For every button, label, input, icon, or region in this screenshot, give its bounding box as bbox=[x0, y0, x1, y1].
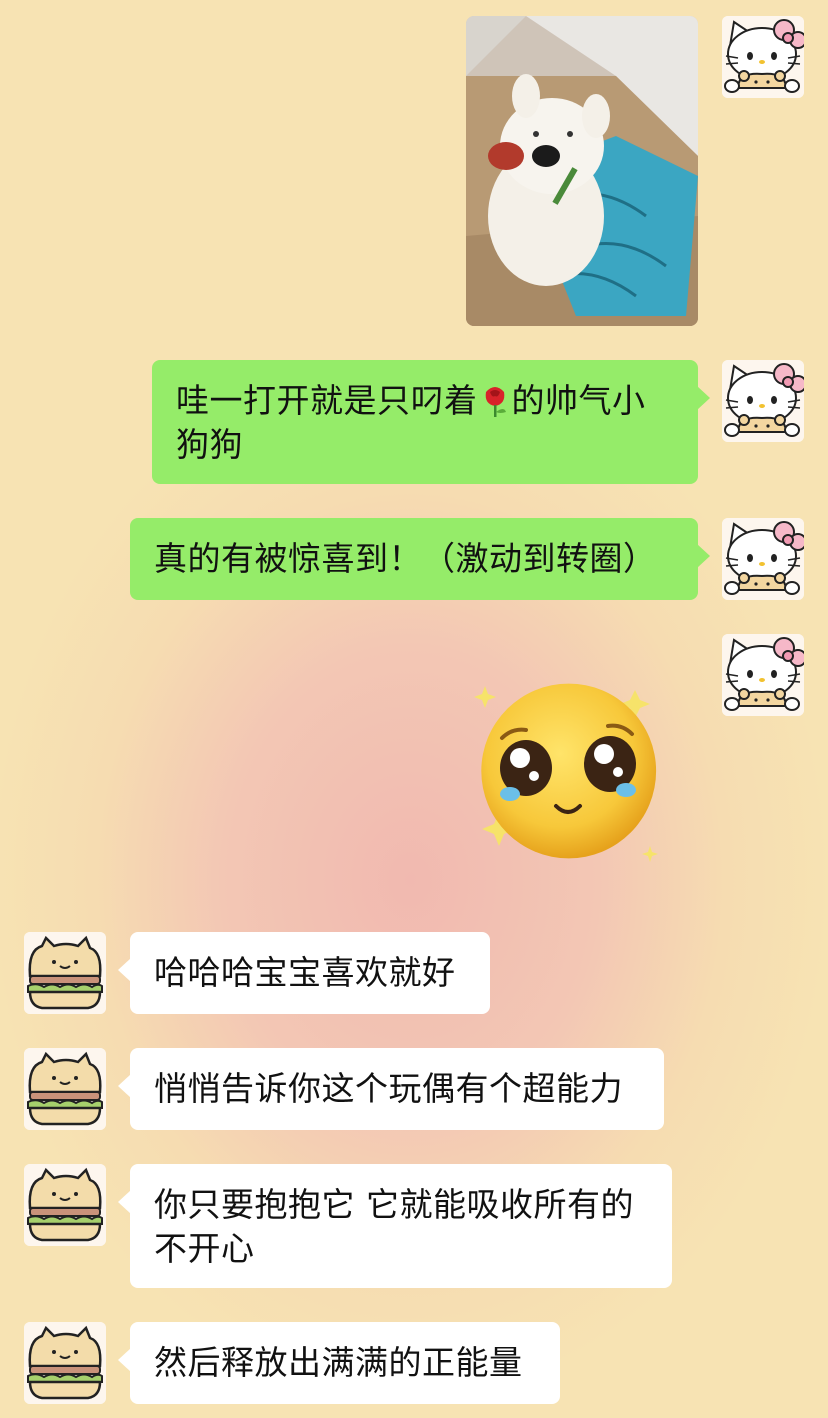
message-text: 然后释放出满满的正能量 bbox=[154, 1343, 523, 1382]
message-text: 你只要抱抱它 它就能吸收所有的不开心 bbox=[154, 1185, 634, 1268]
my-avatar[interactable] bbox=[722, 360, 804, 442]
message-text: 哈哈哈宝宝喜欢就好 bbox=[154, 953, 456, 992]
message-bubble-sent[interactable]: 哇一打开就是只叼着 的帅气小狗狗 bbox=[152, 360, 710, 484]
hello-kitty-avatar-icon bbox=[722, 360, 804, 442]
message-bubble-received[interactable]: 哈哈哈宝宝喜欢就好 bbox=[118, 932, 490, 1014]
contact-avatar[interactable] bbox=[24, 1164, 106, 1246]
hello-kitty-avatar-icon bbox=[722, 518, 804, 600]
hello-kitty-avatar-icon bbox=[722, 634, 804, 716]
message-text: 真的有被惊喜到！（激动到转圈） bbox=[154, 539, 657, 578]
sandwich-cat-avatar-icon bbox=[24, 932, 106, 1014]
shared-photo[interactable] bbox=[466, 16, 698, 326]
sticker-message[interactable] bbox=[468, 676, 668, 872]
my-avatar[interactable] bbox=[722, 518, 804, 600]
my-avatar[interactable] bbox=[722, 16, 804, 98]
contact-avatar[interactable] bbox=[24, 1048, 106, 1130]
sandwich-cat-avatar-icon bbox=[24, 1164, 106, 1246]
message-bubble-sent[interactable]: 真的有被惊喜到！（激动到转圈） bbox=[130, 518, 710, 600]
rose-emoji-icon bbox=[485, 387, 506, 417]
contact-avatar[interactable] bbox=[24, 1322, 106, 1404]
sandwich-cat-avatar-icon bbox=[24, 1322, 106, 1404]
message-bubble-received[interactable]: 然后释放出满满的正能量 bbox=[118, 1322, 560, 1404]
teary-smile-emoji-icon bbox=[474, 683, 658, 862]
message-text: 哇一打开就是只叼着 bbox=[176, 381, 478, 420]
message-bubble-received[interactable]: 悄悄告诉你这个玩偶有个超能力 bbox=[118, 1048, 664, 1130]
hello-kitty-avatar-icon bbox=[722, 16, 804, 98]
message-bubble-received[interactable]: 你只要抱抱它 它就能吸收所有的不开心 bbox=[118, 1164, 672, 1288]
message-text: 悄悄告诉你这个玩偶有个超能力 bbox=[154, 1069, 623, 1108]
sandwich-cat-avatar-icon bbox=[24, 1048, 106, 1130]
my-avatar[interactable] bbox=[722, 634, 804, 716]
plush-dog-photo-icon bbox=[466, 16, 698, 326]
contact-avatar[interactable] bbox=[24, 932, 106, 1014]
